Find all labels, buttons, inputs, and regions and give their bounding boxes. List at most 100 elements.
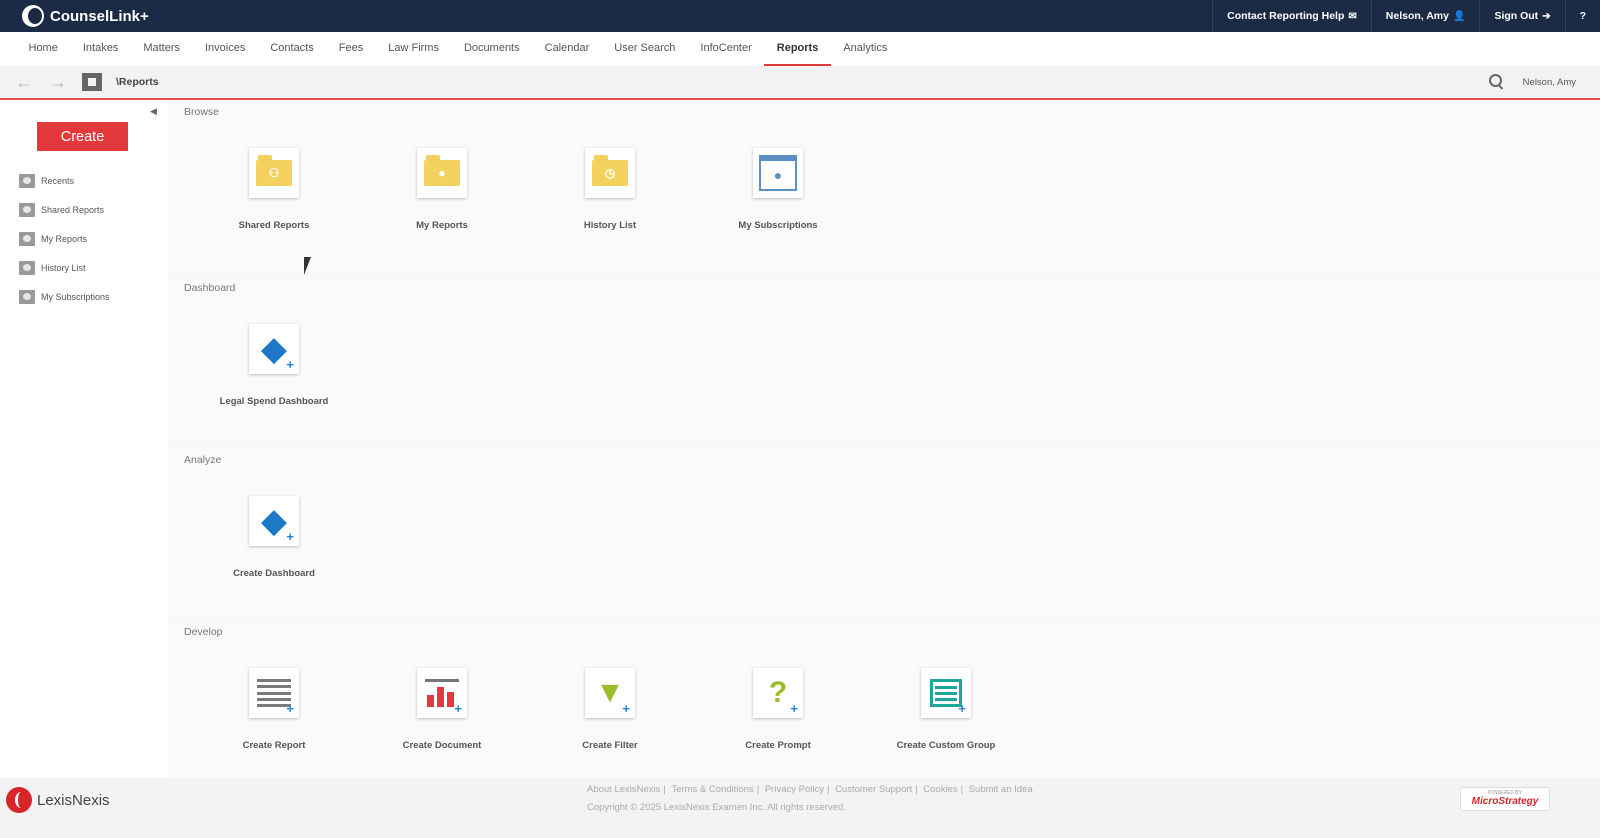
footer-link-submit-idea[interactable]: Submit an Idea <box>969 784 1033 795</box>
plus-icon: + <box>454 701 462 716</box>
breadcrumb[interactable]: \Reports <box>116 76 159 88</box>
contact-reporting-help-label: Contact Reporting Help <box>1227 10 1345 22</box>
sign-out-icon: ➔ <box>1542 10 1551 22</box>
footer-link-terms[interactable]: Terms & Conditions <box>671 784 753 795</box>
tile-shared-reports[interactable]: ⚇ Shared Reports <box>190 148 358 231</box>
subscriptions-icon: ● <box>759 155 797 191</box>
help-label: ? <box>1579 10 1586 22</box>
shared-folder-icon: ⚇ <box>256 155 292 186</box>
plus-icon: + <box>286 701 294 716</box>
mouse-cursor-icon <box>304 257 311 275</box>
tile-label: Shared Reports <box>238 220 310 231</box>
nav-reports[interactable]: Reports <box>764 32 831 66</box>
collapse-sidebar-icon[interactable]: ◀ <box>150 106 157 117</box>
tile-label: Create Dashboard <box>233 568 315 579</box>
footer: LexisNexis About LexisNexis | Terms & Con… <box>0 778 1600 838</box>
sign-out-label: Sign Out <box>1494 10 1539 22</box>
history-icon <box>19 260 35 275</box>
tile-legal-spend-dashboard[interactable]: ◆ + Legal Spend Dashboard <box>190 324 358 407</box>
create-dashboard-icon: ◆ <box>260 502 288 540</box>
tile-label: My Reports <box>416 220 468 231</box>
tile-create-custom-group[interactable]: + Create Custom Group <box>862 668 1030 751</box>
nav-intakes[interactable]: Intakes <box>70 32 130 66</box>
footer-link-about[interactable]: About LexisNexis <box>587 784 660 795</box>
help-button[interactable]: ? <box>1564 0 1600 32</box>
contact-reporting-help-link[interactable]: Contact Reporting Help ✉ <box>1212 0 1371 32</box>
plus-icon: + <box>958 701 966 716</box>
lexisnexis-logo[interactable]: LexisNexis <box>6 787 110 813</box>
sidebar-item-label: My Reports <box>41 233 88 244</box>
footer-link-cookies[interactable]: Cookies <box>923 784 957 795</box>
forward-arrow-icon[interactable]: → <box>48 72 68 92</box>
nav-invoices[interactable]: Invoices <box>193 32 258 66</box>
section-title-browse: Browse <box>184 106 220 118</box>
tile-my-reports[interactable]: ● My Reports <box>358 148 526 231</box>
microstrategy-badge: POWERED BY MicroStrategy <box>1460 787 1550 811</box>
sidebar-item-my-reports[interactable]: My Reports <box>19 224 110 253</box>
home-folder-icon[interactable] <box>82 73 102 91</box>
history-folder-icon: ◷ <box>592 155 628 186</box>
tile-create-document[interactable]: + Create Document <box>358 668 526 751</box>
nav-infocenter[interactable]: InfoCenter <box>688 32 764 66</box>
footer-link-privacy[interactable]: Privacy Policy <box>765 784 824 795</box>
recents-icon <box>19 173 35 188</box>
app-logo[interactable]: CounselLink+ <box>22 5 149 27</box>
nav-analytics[interactable]: Analytics <box>831 32 900 66</box>
tile-create-report[interactable]: + Create Report <box>190 668 358 751</box>
nav-user-search[interactable]: User Search <box>602 32 688 66</box>
sidebar-item-recents[interactable]: Recents <box>19 166 110 195</box>
tile-label: Create Report <box>242 740 306 751</box>
nav-matters[interactable]: Matters <box>131 32 193 66</box>
user-icon: 👤 <box>1452 10 1466 22</box>
tile-history-list[interactable]: ◷ History List <box>526 148 694 231</box>
tile-create-prompt[interactable]: ? + Create Prompt <box>694 668 862 751</box>
top-bar: CounselLink+ Contact Reporting Help ✉ Ne… <box>0 0 1600 32</box>
plus-icon: + <box>286 529 294 544</box>
section-title-dashboard: Dashboard <box>184 282 236 294</box>
app-title: CounselLink+ <box>50 7 149 25</box>
reports-toolbar: ← → \Reports Nelson, Amy <box>0 66 1600 100</box>
prompt-icon: ? <box>768 676 788 709</box>
nav-fees[interactable]: Fees <box>326 32 375 66</box>
plus-icon: + <box>790 701 798 716</box>
microstrategy-logo: MicroStrategy <box>1471 796 1539 807</box>
tile-create-filter[interactable]: ▼ + Create Filter <box>526 668 694 751</box>
lexisnexis-logo-icon <box>6 787 32 813</box>
search-icon[interactable] <box>1488 74 1505 90</box>
tile-my-subscriptions[interactable]: ● My Subscriptions <box>694 148 862 231</box>
subscriptions-icon <box>19 289 35 304</box>
sidebar-item-history-list[interactable]: History List <box>19 253 110 282</box>
sidebar-item-shared-reports[interactable]: Shared Reports <box>19 195 110 224</box>
footer-link-support[interactable]: Customer Support <box>835 784 912 795</box>
nav-documents[interactable]: Documents <box>451 32 532 66</box>
my-reports-icon <box>19 231 35 246</box>
nav-law-firms[interactable]: Law Firms <box>376 32 452 66</box>
sidebar-item-label: History List <box>41 262 86 273</box>
sidebar-item-my-subscriptions[interactable]: My Subscriptions <box>19 282 110 311</box>
tile-label: History List <box>583 220 637 231</box>
nav-contacts[interactable]: Contacts <box>258 32 326 66</box>
sign-out-link[interactable]: Sign Out ➔ <box>1479 0 1564 32</box>
filter-icon: ▼ <box>595 676 625 709</box>
section-title-analyze: Analyze <box>184 454 222 466</box>
back-arrow-icon[interactable]: ← <box>14 72 34 92</box>
nav-home[interactable]: Home <box>16 32 70 66</box>
main-nav: Home Intakes Matters Invoices Contacts F… <box>0 32 1600 66</box>
tile-label: My Subscriptions <box>738 220 818 231</box>
my-folder-icon: ● <box>424 155 460 186</box>
copyright-text: Copyright © 2025 LexisNexis Examen Inc. … <box>587 802 846 813</box>
section-title-develop: Develop <box>184 626 223 638</box>
main-content: Browse ⚇ Shared Reports ● My Reports ◷ H… <box>168 100 1600 796</box>
footer-brand: LexisNexis <box>37 791 110 809</box>
nav-calendar[interactable]: Calendar <box>532 32 602 66</box>
plus-icon: + <box>622 701 630 716</box>
tile-label: Create Document <box>402 740 482 751</box>
toolbar-user-name[interactable]: Nelson, Amy <box>1523 77 1576 88</box>
tile-create-dashboard[interactable]: ◆ + Create Dashboard <box>190 496 358 579</box>
envelope-icon: ✉ <box>1348 10 1357 22</box>
dashboard-icon: ◆ <box>260 330 288 368</box>
create-button[interactable]: Create <box>37 122 128 151</box>
user-menu[interactable]: Nelson, Amy 👤 <box>1370 0 1480 32</box>
tile-label: Legal Spend Dashboard <box>219 396 329 407</box>
user-name-label: Nelson, Amy <box>1385 10 1449 22</box>
